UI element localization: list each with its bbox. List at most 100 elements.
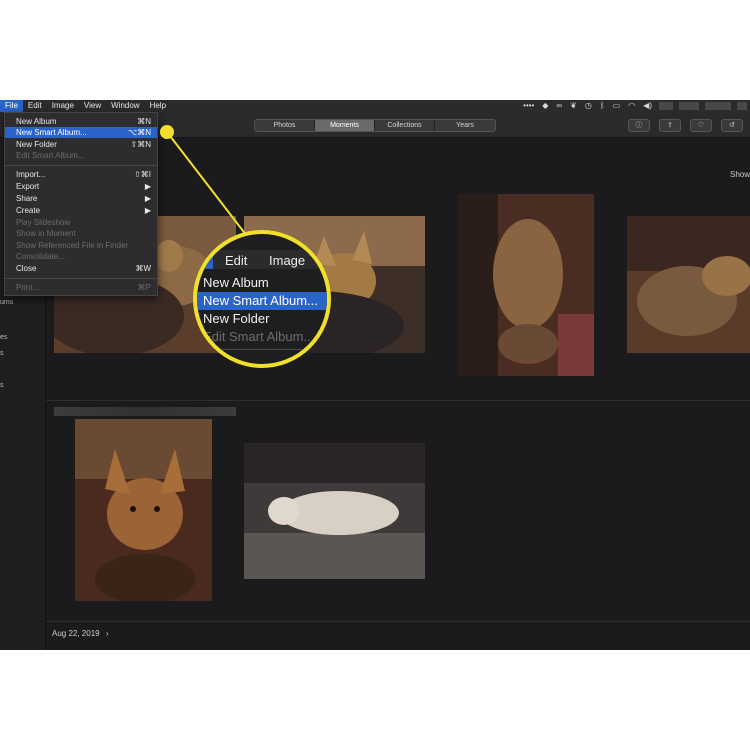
magnified-new-smart-album: New Smart Album... <box>197 292 327 310</box>
sidebar-item-2[interactable]: s <box>0 350 4 357</box>
photo-thumbnail[interactable] <box>458 194 594 376</box>
menu-item-label: Export <box>16 182 40 191</box>
magnified-menu-image: Image <box>269 253 306 268</box>
dropbox-icon[interactable]: ◆ <box>542 100 548 112</box>
shortcut-label: ⌘P <box>137 283 151 292</box>
section-divider <box>46 621 750 622</box>
menu-item-play-slideshow: Play Slideshow <box>5 217 157 228</box>
bluetooth-icon[interactable]: ᛒ <box>600 100 605 112</box>
creative-cloud-icon[interactable]: ∞ <box>556 100 562 112</box>
show-link[interactable]: Show <box>730 170 750 179</box>
tab-photos[interactable]: Photos <box>255 120 315 131</box>
menu-item-label: Show Referenced File in Finder <box>16 241 129 250</box>
menu-item-label: Show in Moment <box>16 229 76 238</box>
menu-item-label: New Album <box>16 117 57 126</box>
photos-app-window: File Edit Image View Window Help •••• ◆ … <box>0 100 750 650</box>
sidebar-item-1[interactable]: es <box>0 334 7 341</box>
menu-item-print: Print... ⌘P <box>5 282 157 293</box>
menu-help[interactable]: Help <box>145 100 171 112</box>
sidebar-item-3[interactable]: s <box>0 382 4 389</box>
menu-item-consolidate: Consolidate... <box>5 251 157 262</box>
submenu-arrow-icon: ▶ <box>144 194 151 203</box>
chevron-right-icon: › <box>105 629 109 638</box>
share-icon[interactable]: ⇪ <box>659 119 681 132</box>
menu-item-show-in-moment: Show in Moment <box>5 228 157 239</box>
menu-image[interactable]: Image <box>47 100 79 112</box>
magnified-file-menu-edge <box>197 250 213 269</box>
info-icon[interactable]: ⓘ <box>628 119 650 132</box>
dog-photo-image <box>244 443 425 579</box>
magnified-edit-smart-album: Edit Smart Album... <box>203 329 315 344</box>
heart-icon[interactable]: ♡ <box>690 119 712 132</box>
tab-moments[interactable]: Moments <box>315 120 375 131</box>
callout-magnifier: Edit Image New Album New Smart Album... … <box>193 230 331 368</box>
wifi-icon[interactable]: ◠ <box>628 100 635 112</box>
photo-thumbnail[interactable] <box>244 443 425 579</box>
menu-item-share[interactable]: Share ▶ <box>5 193 157 204</box>
photo-thumbnail[interactable] <box>627 216 750 353</box>
magnified-menu-bar: Edit Image <box>197 250 327 269</box>
sidebar-item-albums[interactable]: ums <box>0 299 13 306</box>
dots-icon[interactable]: •••• <box>523 100 534 112</box>
shortcut-label: ⌥⌘N <box>128 128 151 137</box>
menu-item-import[interactable]: Import... ⇧⌘I <box>5 169 157 180</box>
file-menu-dropdown: New Album ⌘N New Smart Album... ⌥⌘N New Fo… <box>4 112 158 296</box>
blurred-status-item <box>705 102 731 110</box>
moment-header-blurred <box>54 407 236 416</box>
date-text: Aug 22, 2019 <box>52 629 100 638</box>
menu-edit[interactable]: Edit <box>23 100 47 112</box>
menu-item-label: Create <box>16 206 41 215</box>
blurred-status-item <box>737 102 747 110</box>
section-divider <box>46 400 750 401</box>
shortcut-label: ⇧⌘I <box>134 170 151 179</box>
menu-item-label: New Smart Album... <box>16 128 87 137</box>
menu-item-label: Share <box>16 194 38 203</box>
menu-item-new-album[interactable]: New Album ⌘N <box>5 116 157 127</box>
menu-item-close[interactable]: Close ⌘W <box>5 263 157 274</box>
menu-item-label: New Folder <box>16 140 57 149</box>
blurred-status-item <box>679 102 699 110</box>
submenu-arrow-icon: ▶ <box>144 182 151 191</box>
menu-item-label: Consolidate... <box>16 252 65 261</box>
moment-date-header[interactable]: Aug 22, 2019 › <box>52 629 109 638</box>
menu-item-label: Close <box>16 264 37 273</box>
tab-years[interactable]: Years <box>435 120 495 131</box>
dog-photo-image <box>75 419 212 601</box>
dog-photo-image <box>458 194 594 376</box>
view-segmented-control: Photos Moments Collections Years <box>254 119 496 132</box>
menu-item-export[interactable]: Export ▶ <box>5 181 157 192</box>
airplay-icon[interactable]: ▭ <box>613 100 621 112</box>
magnified-menu-edit: Edit <box>225 253 248 268</box>
menu-separator <box>5 278 157 279</box>
menu-item-show-referenced-file: Show Referenced File in Finder <box>5 240 157 251</box>
menu-file[interactable]: File <box>0 100 23 112</box>
menu-item-label: Edit Smart Album... <box>16 151 85 160</box>
shortcut-label: ⇧⌘N <box>130 140 151 149</box>
submenu-arrow-icon: ▶ <box>144 206 151 215</box>
menu-bar: File Edit Image View Window Help •••• ◆ … <box>0 100 750 112</box>
rotate-icon[interactable]: ↺ <box>721 119 743 132</box>
magnified-new-album: New Album <box>203 275 269 290</box>
menu-item-edit-smart-album: Edit Smart Album... <box>5 150 157 161</box>
tab-collections[interactable]: Collections <box>375 120 435 131</box>
menu-item-new-folder[interactable]: New Folder ⇧⌘N <box>5 139 157 150</box>
magnified-new-folder: New Folder <box>203 311 270 326</box>
magnified-separator <box>197 349 327 350</box>
time-machine-icon[interactable]: ◷ <box>585 100 592 112</box>
evernote-icon[interactable]: ❦ <box>570 100 577 112</box>
blurred-status-item <box>659 102 673 110</box>
menu-item-label: Import... <box>16 170 46 179</box>
photo-thumbnail[interactable] <box>75 419 212 601</box>
status-area: •••• ◆ ∞ ❦ ◷ ᛒ ▭ ◠ ◀) <box>519 100 750 112</box>
volume-icon[interactable]: ◀) <box>643 100 652 112</box>
dog-photo-image <box>627 216 750 353</box>
menu-item-new-smart-album[interactable]: New Smart Album... ⌥⌘N <box>5 127 157 138</box>
shortcut-label: ⌘N <box>137 117 151 126</box>
shortcut-label: ⌘W <box>135 264 151 273</box>
callout-dot <box>160 125 174 139</box>
menu-item-create[interactable]: Create ▶ <box>5 205 157 216</box>
menu-view[interactable]: View <box>79 100 106 112</box>
menu-window[interactable]: Window <box>106 100 144 112</box>
menu-item-label: Print... <box>16 283 40 292</box>
menu-separator <box>5 165 157 166</box>
